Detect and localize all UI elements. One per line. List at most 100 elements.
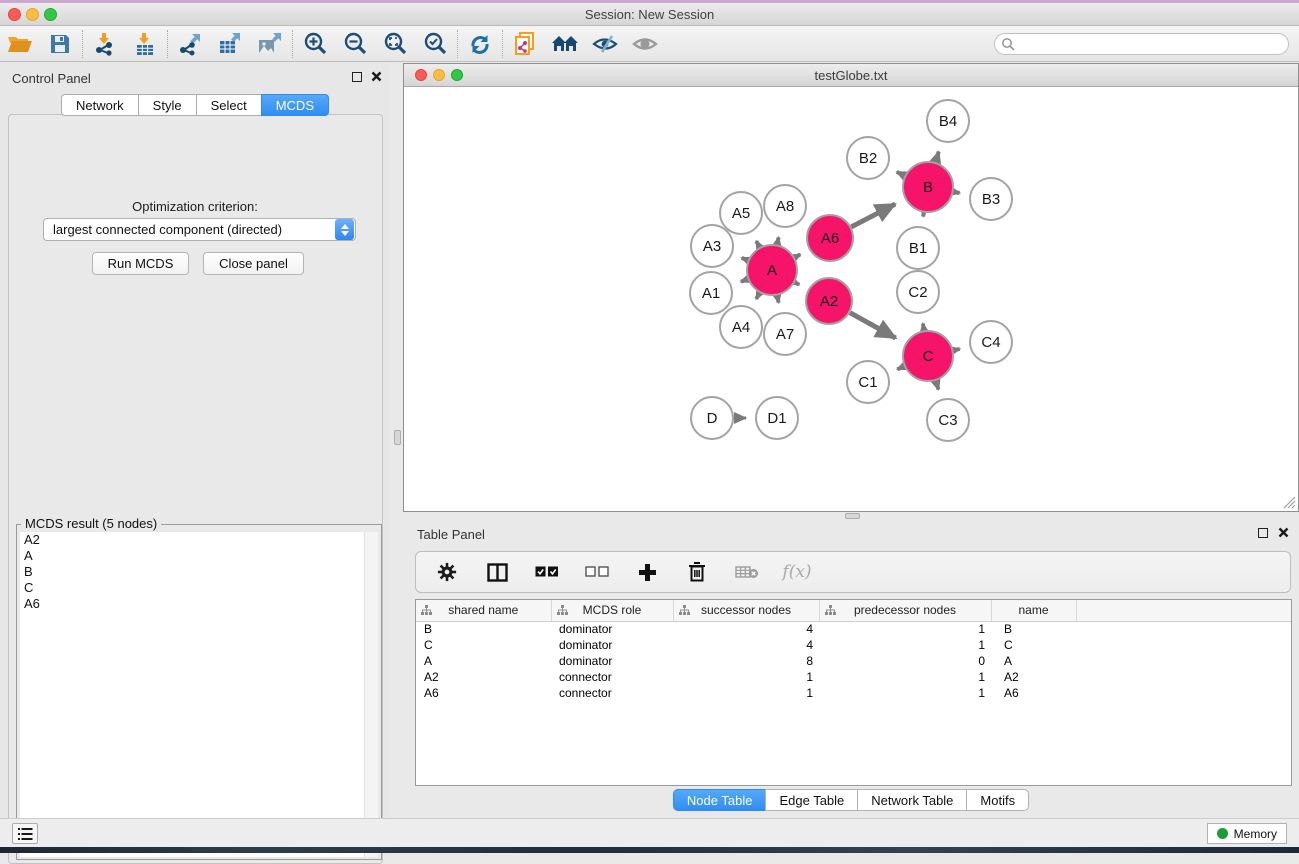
zoom-selected-icon[interactable] bbox=[415, 29, 455, 59]
network-canvas[interactable]: B4B2BB3A5A8A6A3B1AA1C2A2A4A7C4CC1C3DD1 bbox=[405, 88, 1297, 510]
graph-edge-A-A2[interactable] bbox=[795, 282, 799, 284]
graph-edge-A-A4[interactable] bbox=[756, 293, 759, 299]
control-panel-title: Control Panel bbox=[12, 71, 91, 86]
graph-edge-B-B4[interactable] bbox=[936, 152, 939, 162]
add-column-icon[interactable] bbox=[634, 559, 660, 585]
toolbar-separator bbox=[292, 30, 293, 58]
export-network-icon[interactable] bbox=[170, 29, 210, 59]
mcds-result-item[interactable]: C bbox=[20, 580, 366, 596]
graph-edge-C-C2[interactable] bbox=[923, 324, 924, 331]
tab-edge-table[interactable]: Edge Table bbox=[765, 789, 857, 811]
home-icon[interactable] bbox=[545, 29, 585, 59]
window-title: Session: New Session bbox=[0, 7, 1299, 22]
graph-edge-A-A3[interactable] bbox=[742, 258, 748, 260]
tab-node-table[interactable]: Node Table bbox=[673, 789, 766, 811]
network-document-icon[interactable] bbox=[505, 29, 545, 59]
window-resize-grip[interactable] bbox=[1283, 496, 1296, 509]
graph-node-label-D: D bbox=[707, 410, 718, 427]
column-header-successor-nodes[interactable]: successor nodes bbox=[673, 600, 819, 621]
control-panel: Control Panel Network Style Select MCDS … bbox=[0, 62, 390, 818]
show-eye-icon[interactable] bbox=[625, 29, 665, 59]
table-row[interactable]: A2connector11A2 bbox=[416, 669, 1291, 685]
column-header-name[interactable]: name bbox=[991, 600, 1076, 621]
tab-select[interactable]: Select bbox=[196, 94, 261, 116]
import-network-icon[interactable] bbox=[85, 29, 125, 59]
mcds-result-list[interactable]: A2ABCA6 bbox=[20, 532, 366, 857]
save-icon[interactable] bbox=[40, 29, 80, 59]
table-row[interactable]: Adominator80A bbox=[416, 653, 1291, 669]
network-window-titlebar[interactable]: testGlobe.txt bbox=[404, 64, 1298, 87]
delete-table-icon[interactable] bbox=[734, 559, 760, 585]
graph-node-label-B2: B2 bbox=[859, 150, 877, 167]
run-mcds-button[interactable]: Run MCDS bbox=[92, 252, 189, 275]
export-table-icon[interactable] bbox=[210, 29, 250, 59]
graph-node-label-B: B bbox=[923, 179, 933, 196]
mcds-result-scrollbar[interactable] bbox=[364, 532, 378, 857]
graph-edge-C-C3[interactable] bbox=[936, 381, 939, 390]
mcds-result-item[interactable]: A2 bbox=[20, 532, 366, 548]
tab-style[interactable]: Style bbox=[138, 94, 196, 116]
select-all-checkboxes-icon[interactable] bbox=[534, 559, 560, 585]
deselect-checkboxes-icon[interactable] bbox=[584, 559, 610, 585]
graph-edge-C-C4[interactable] bbox=[953, 349, 959, 350]
mcds-result-title: MCDS result (5 nodes) bbox=[21, 516, 161, 531]
export-image-icon[interactable] bbox=[250, 29, 290, 59]
table-row[interactable]: Bdominator41B bbox=[416, 621, 1291, 637]
close-panel-icon[interactable] bbox=[371, 71, 382, 82]
graph-node-label-B4: B4 bbox=[939, 113, 957, 130]
float-table-panel-icon[interactable] bbox=[1258, 528, 1268, 538]
import-table-icon[interactable] bbox=[125, 29, 165, 59]
vertical-split-handle[interactable] bbox=[394, 430, 401, 445]
graph-edge-C-C1[interactable] bbox=[897, 366, 904, 369]
graph-node-label-A2: A2 bbox=[820, 293, 838, 310]
memory-button[interactable]: Memory bbox=[1207, 823, 1287, 844]
column-header-predecessor-nodes[interactable]: predecessor nodes bbox=[819, 600, 991, 621]
float-panel-icon[interactable] bbox=[352, 72, 362, 82]
refresh-icon[interactable] bbox=[460, 29, 500, 59]
criterion-dropdown[interactable]: largest connected component (directed) bbox=[43, 218, 356, 241]
graph-edge-A2-C[interactable] bbox=[850, 313, 896, 338]
function-fx-icon[interactable]: f(x) bbox=[784, 559, 810, 585]
close-table-panel-icon[interactable] bbox=[1278, 527, 1289, 538]
delete-column-trash-icon[interactable] bbox=[684, 559, 710, 585]
search-input[interactable] bbox=[994, 33, 1289, 55]
graph-edge-A-A7[interactable] bbox=[777, 295, 778, 302]
graph-edge-B-B3[interactable] bbox=[954, 192, 960, 193]
horizontal-split-handle[interactable] bbox=[845, 513, 860, 519]
column-header-shared-name[interactable]: shared name bbox=[416, 600, 551, 621]
table-row[interactable]: Cdominator41C bbox=[416, 637, 1291, 653]
graph-node-label-A: A bbox=[767, 262, 777, 279]
zoom-out-icon[interactable] bbox=[335, 29, 375, 59]
table-row[interactable]: A6connector11A6 bbox=[416, 685, 1291, 701]
graph-edge-A-A1[interactable] bbox=[741, 279, 748, 282]
tab-network[interactable]: Network bbox=[61, 94, 138, 116]
close-panel-button[interactable]: Close panel bbox=[203, 252, 304, 275]
toolbar-separator bbox=[167, 30, 168, 58]
graph-edge-A-A8[interactable] bbox=[777, 237, 778, 244]
task-history-button[interactable] bbox=[12, 823, 38, 844]
graph-edge-B-B2[interactable] bbox=[897, 172, 905, 176]
memory-label: Memory bbox=[1234, 827, 1277, 841]
zoom-fit-icon[interactable] bbox=[375, 29, 415, 59]
graph-node-label-C3: C3 bbox=[938, 412, 957, 429]
table-header-row[interactable]: shared name MCDS role successor nodes pr… bbox=[416, 600, 1291, 621]
hide-eye-icon[interactable] bbox=[585, 29, 625, 59]
column-header-mcds-role[interactable]: MCDS role bbox=[551, 600, 673, 621]
tab-motifs[interactable]: Motifs bbox=[966, 789, 1029, 811]
graph-edge-A-A5[interactable] bbox=[756, 241, 759, 247]
tab-network-table[interactable]: Network Table bbox=[857, 789, 966, 811]
mcds-result-item[interactable]: B bbox=[20, 564, 366, 580]
mcds-result-item[interactable]: A bbox=[20, 548, 366, 564]
node-table[interactable]: shared name MCDS role successor nodes pr… bbox=[415, 599, 1292, 786]
settings-gear-icon[interactable] bbox=[434, 559, 460, 585]
mcds-result-item[interactable]: A6 bbox=[20, 596, 366, 612]
graph-edge-A6-B[interactable] bbox=[851, 204, 895, 227]
hierarchy-icon bbox=[557, 605, 568, 616]
network-graph[interactable]: B4B2BB3A5A8A6A3B1AA1C2A2A4A7C4CC1C3DD1 bbox=[405, 88, 1297, 510]
split-columns-icon[interactable] bbox=[484, 559, 510, 585]
open-folder-icon[interactable] bbox=[0, 29, 40, 59]
graph-edge-B-B1[interactable] bbox=[923, 213, 924, 217]
zoom-in-icon[interactable] bbox=[295, 29, 335, 59]
tab-mcds[interactable]: MCDS bbox=[261, 94, 329, 116]
graph-edge-A-A6[interactable] bbox=[795, 254, 800, 257]
